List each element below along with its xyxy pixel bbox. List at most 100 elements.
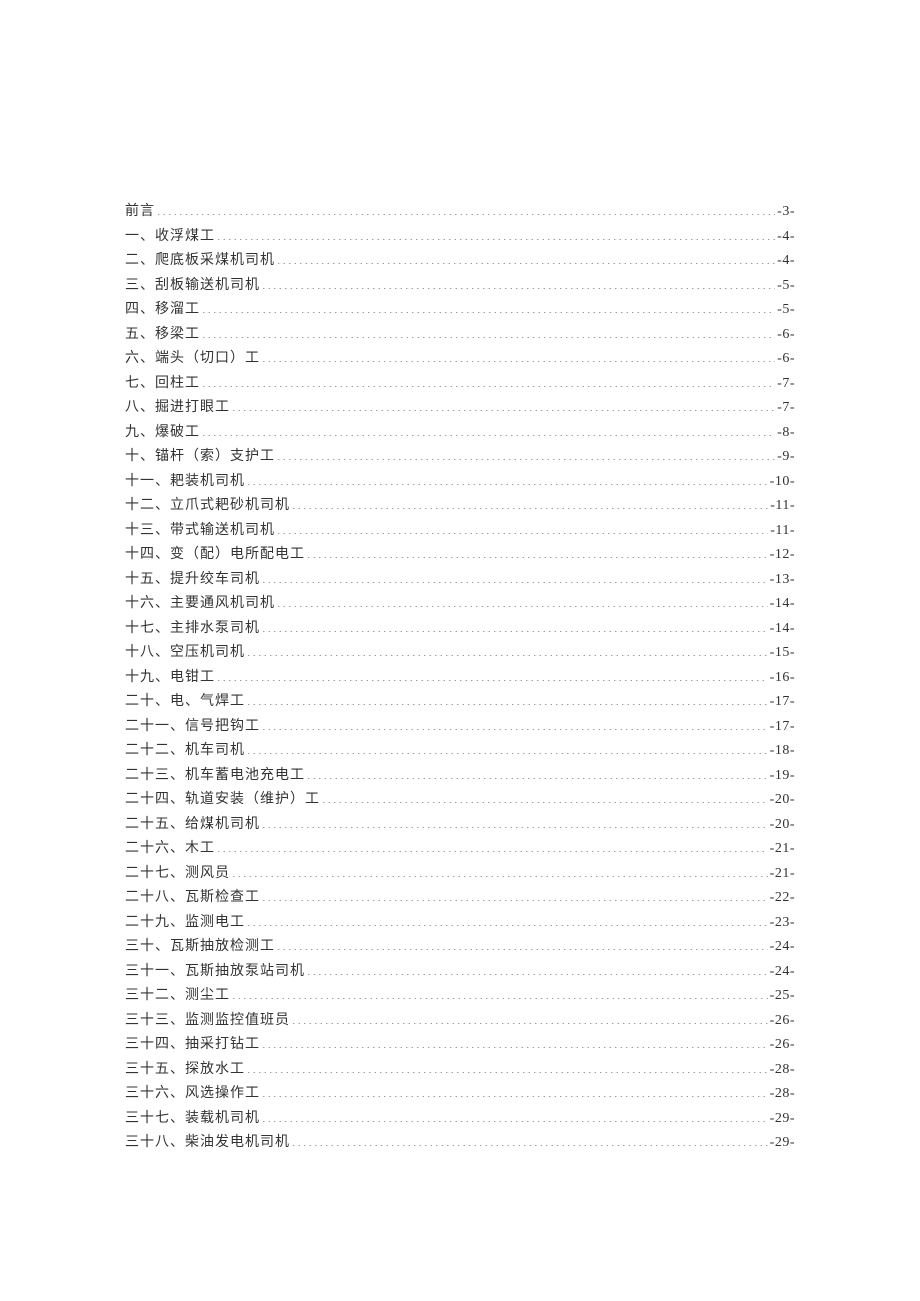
toc-label: 十三、带式输送机司机: [125, 519, 275, 544]
toc-leader-dots: [262, 618, 768, 632]
toc-page-number: -6-: [777, 347, 795, 372]
toc-label: 三十三、监测监控值班员: [125, 1009, 290, 1034]
toc-leader-dots: [322, 789, 768, 803]
toc-label: 二十一、信号把钩工: [125, 715, 260, 740]
toc-entry: 前言-3-: [125, 200, 795, 225]
toc-label: 二十二、机车司机: [125, 739, 245, 764]
toc-label: 三十一、瓦斯抽放泵站司机: [125, 960, 305, 985]
table-of-contents: 前言-3-一、收浮煤工 -4-二、爬底板采煤机司机-4-三、刮板输送机司机 -5-四…: [125, 200, 795, 1156]
toc-page-number: -14-: [770, 592, 795, 617]
toc-label: 二十三、机车蓄电池充电工: [125, 764, 305, 789]
toc-label: 十八、空压机司机: [125, 641, 245, 666]
toc-leader-dots: [307, 765, 768, 779]
toc-page-number: -9-: [777, 445, 795, 470]
toc-label: 三十六、风选操作工: [125, 1082, 260, 1107]
toc-page-number: -22-: [770, 886, 795, 911]
toc-label: 二十五、给煤机司机: [125, 813, 260, 838]
toc-leader-dots: [247, 471, 768, 485]
toc-entry: 三十七、装载机司机-29-: [125, 1107, 795, 1132]
toc-page-number: -5-: [777, 274, 795, 299]
toc-leader-dots: [247, 912, 768, 926]
toc-entry: 九、爆破工-8-: [125, 421, 795, 446]
toc-page-number: -12-: [770, 543, 795, 568]
toc-label: 十、锚杆（索）支护工: [125, 445, 275, 470]
toc-entry: 二十四、轨道安装（维护）工-20-: [125, 788, 795, 813]
toc-entry: 十三、带式输送机司机-11-: [125, 519, 795, 544]
toc-entry: 八、掘进打眼工 -7-: [125, 396, 795, 421]
toc-entry: 七、回柱工 -7-: [125, 372, 795, 397]
toc-entry: 十八、空压机司机 -15-: [125, 641, 795, 666]
toc-label: 七、回柱工: [125, 372, 200, 397]
toc-page-number: -15-: [770, 641, 795, 666]
toc-leader-dots: [232, 863, 768, 877]
toc-entry: 三十二、测尘工-25-: [125, 984, 795, 1009]
toc-page-number: -7-: [777, 372, 795, 397]
toc-leader-dots: [262, 814, 768, 828]
toc-label: 前言: [125, 200, 155, 225]
toc-leader-dots: [277, 520, 768, 534]
toc-leader-dots: [247, 691, 768, 705]
toc-entry: 二十七、测风员 -21-: [125, 862, 795, 887]
toc-page-number: -28-: [770, 1058, 795, 1083]
toc-page-number: -19-: [770, 764, 795, 789]
toc-label: 十五、提升绞车司机: [125, 568, 260, 593]
toc-entry: 三十四、抽采打钻工-26-: [125, 1033, 795, 1058]
toc-page-number: -8-: [777, 421, 795, 446]
toc-label: 二十七、测风员: [125, 862, 230, 887]
toc-entry: 十七、主排水泵司机-14-: [125, 617, 795, 642]
toc-leader-dots: [262, 1034, 768, 1048]
toc-label: 三十八、柴油发电机司机: [125, 1131, 290, 1156]
toc-label: 十一、耙装机司机: [125, 470, 245, 495]
toc-entry: 三十八、柴油发电机司机 -29-: [125, 1131, 795, 1156]
toc-label: 三、刮板输送机司机: [125, 274, 260, 299]
toc-page-number: -4-: [777, 249, 795, 274]
toc-label: 二十六、木工: [125, 837, 215, 862]
toc-leader-dots: [307, 544, 768, 558]
toc-entry: 三十、瓦斯抽放检测工-24-: [125, 935, 795, 960]
toc-leader-dots: [277, 593, 768, 607]
toc-entry: 三十六、风选操作工 -28-: [125, 1082, 795, 1107]
toc-label: 六、端头（切口）工: [125, 347, 260, 372]
toc-page-number: -7-: [777, 396, 795, 421]
toc-page-number: -29-: [770, 1131, 795, 1156]
toc-label: 八、掘进打眼工: [125, 396, 230, 421]
toc-page-number: -11-: [770, 494, 795, 519]
toc-leader-dots: [232, 985, 768, 999]
toc-entry: 六、端头（切口）工 -6-: [125, 347, 795, 372]
toc-leader-dots: [247, 740, 768, 754]
toc-entry: 二十六、木工 -21-: [125, 837, 795, 862]
toc-entry: 二十一、信号把钩工 -17-: [125, 715, 795, 740]
toc-page-number: -6-: [777, 323, 795, 348]
toc-leader-dots: [247, 642, 768, 656]
toc-page-number: -14-: [770, 617, 795, 642]
toc-entry: 十二、立爪式耙砂机司机-11-: [125, 494, 795, 519]
toc-page-number: -21-: [770, 837, 795, 862]
toc-page-number: -16-: [770, 666, 795, 691]
toc-page-number: -4-: [777, 225, 795, 250]
toc-entry: 十四、变（配）电所配电工-12-: [125, 543, 795, 568]
toc-label: 二十四、轨道安装（维护）工: [125, 788, 320, 813]
toc-entry: 四、移溜工-5-: [125, 298, 795, 323]
toc-page-number: -18-: [770, 739, 795, 764]
toc-page-number: -17-: [770, 715, 795, 740]
toc-page-number: -29-: [770, 1107, 795, 1132]
toc-page-number: -10-: [770, 470, 795, 495]
toc-page-number: -28-: [770, 1082, 795, 1107]
toc-entry: 三十三、监测监控值班员 -26-: [125, 1009, 795, 1034]
toc-leader-dots: [262, 1083, 768, 1097]
toc-leader-dots: [307, 961, 768, 975]
toc-leader-dots: [292, 1010, 768, 1024]
toc-entry: 二、爬底板采煤机司机-4-: [125, 249, 795, 274]
toc-page-number: -24-: [770, 960, 795, 985]
toc-entry: 三十五、探放水工-28-: [125, 1058, 795, 1083]
toc-page-number: -21-: [770, 862, 795, 887]
toc-leader-dots: [217, 667, 768, 681]
toc-leader-dots: [202, 324, 775, 338]
toc-leader-dots: [292, 1132, 768, 1146]
toc-entry: 二十三、机车蓄电池充电工 -19-: [125, 764, 795, 789]
toc-page-number: -24-: [770, 935, 795, 960]
toc-label: 一、收浮煤工: [125, 225, 215, 250]
toc-entry: 十九、电钳工-16-: [125, 666, 795, 691]
toc-page-number: -26-: [770, 1009, 795, 1034]
toc-page-number: -17-: [770, 690, 795, 715]
